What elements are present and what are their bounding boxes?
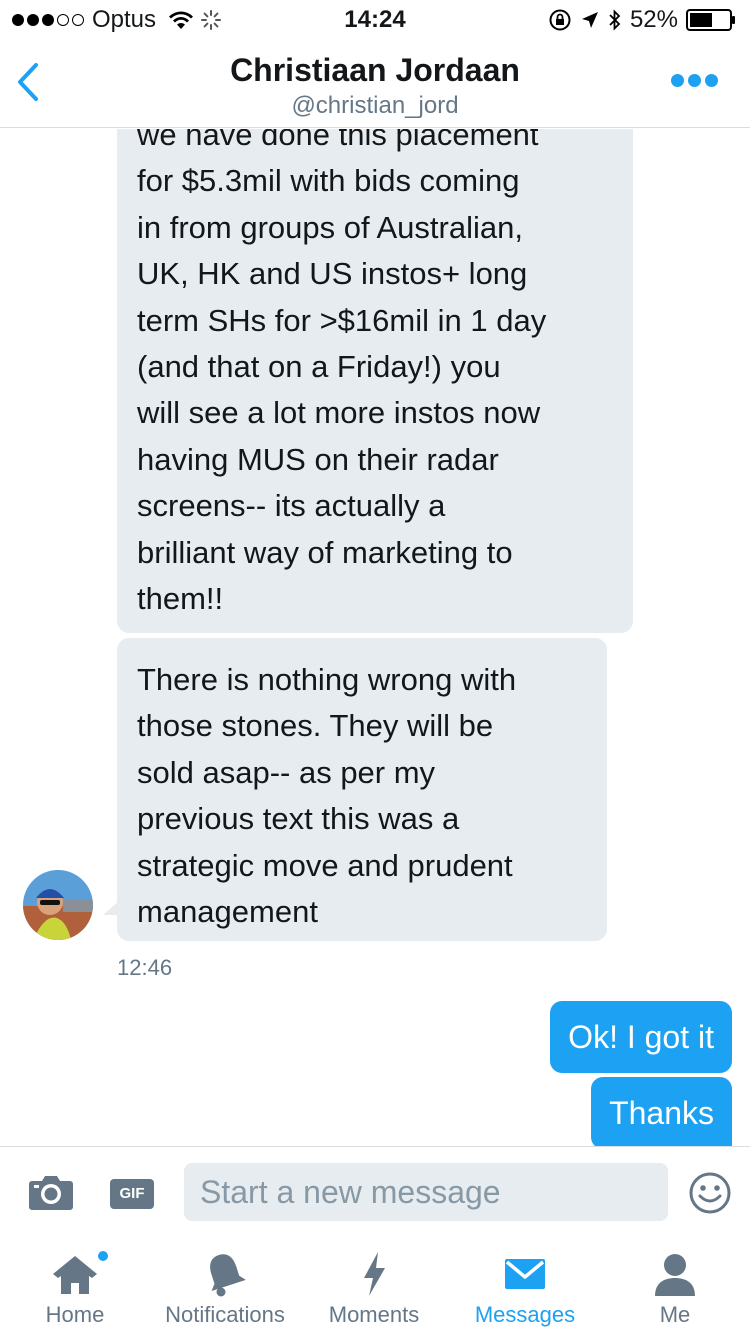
message-line: brilliant way of marketing to — [137, 534, 513, 570]
outgoing-message[interactable]: Thanks — [591, 1077, 732, 1146]
tab-label: Moments — [328, 1302, 420, 1327]
avatar-photo — [23, 870, 93, 940]
status-bar: Optus 14:24 52% — [0, 0, 750, 40]
gif-button[interactable]: GIF — [110, 1179, 154, 1209]
message-line: There is nothing wrong with — [137, 662, 517, 697]
message-line: for $5.3mil with bids coming — [137, 163, 520, 199]
tab-bar: Home Notifications Moments Messages Me — [0, 1236, 750, 1334]
message-line: previous text this was a — [137, 801, 460, 837]
status-right: 52% — [548, 6, 736, 34]
camera-button[interactable] — [28, 1173, 74, 1211]
tab-home[interactable]: Home — [20, 1236, 130, 1334]
tab-notifications[interactable]: Notifications — [150, 1236, 300, 1334]
emoji-button[interactable] — [688, 1171, 732, 1215]
more-icon — [671, 74, 684, 87]
message-line: (and that on a Friday!) you — [137, 349, 501, 385]
incoming-message[interactable]: There is nothing wrong with those stones… — [117, 638, 607, 941]
bubble-tail — [103, 901, 119, 915]
smiley-icon — [689, 1172, 731, 1214]
message-line: strategic move and prudent — [137, 847, 513, 883]
location-arrow-icon — [581, 12, 598, 28]
outgoing-message[interactable]: Ok! I got it — [550, 1001, 732, 1073]
battery-percent: 52% — [629, 6, 678, 33]
message-input[interactable] — [184, 1163, 668, 1221]
message-composer: GIF — [0, 1146, 750, 1236]
tab-moments[interactable]: Moments — [318, 1236, 430, 1334]
message-line: management — [137, 894, 318, 930]
incoming-message[interactable]: we have done this placement for $5.3mil … — [117, 129, 633, 633]
home-icon — [53, 1256, 97, 1294]
tab-me[interactable]: Me — [620, 1236, 730, 1334]
battery-icon — [686, 9, 735, 31]
message-line: in from groups of Australian, — [137, 209, 523, 245]
tab-label: Me — [659, 1302, 691, 1327]
avatar[interactable] — [23, 870, 93, 940]
message-line: them!! — [137, 581, 224, 617]
message-line: screens-- its actually a — [137, 488, 446, 524]
message-thread[interactable]: we have done this placement for $5.3mil … — [0, 129, 750, 1146]
message-line: UK, HK and US instos+ long — [137, 256, 528, 292]
message-line: will see a lot more instos now — [137, 395, 541, 431]
message-line: sold asap-- as per my — [137, 754, 436, 790]
lightning-icon — [364, 1252, 385, 1296]
tab-messages[interactable]: Messages — [450, 1236, 600, 1334]
tab-label: Messages — [474, 1302, 576, 1327]
contact-name[interactable]: Christiaan Jordaan — [0, 52, 750, 89]
envelope-icon — [505, 1259, 545, 1289]
message-line: we have done this placement — [137, 129, 539, 152]
conversation-header: Christiaan Jordaan @christian_jord — [0, 40, 750, 128]
notification-dot — [96, 1249, 110, 1263]
message-line: having MUS on their radar — [137, 441, 499, 477]
tab-label: Home — [45, 1302, 105, 1327]
message-timestamp: 12:46 — [117, 955, 173, 980]
message-line: term SHs for >$16mil in 1 day — [137, 302, 547, 338]
tab-label: Notifications — [165, 1302, 285, 1327]
bell-icon — [210, 1254, 246, 1297]
orientation-lock-icon — [549, 9, 571, 31]
message-line: those stones. They will be — [137, 708, 494, 744]
person-icon — [655, 1254, 695, 1296]
camera-icon — [29, 1176, 73, 1210]
more-options-button[interactable] — [671, 74, 718, 87]
contact-handle: @christian_jord — [291, 92, 459, 119]
bluetooth-icon — [609, 9, 621, 31]
